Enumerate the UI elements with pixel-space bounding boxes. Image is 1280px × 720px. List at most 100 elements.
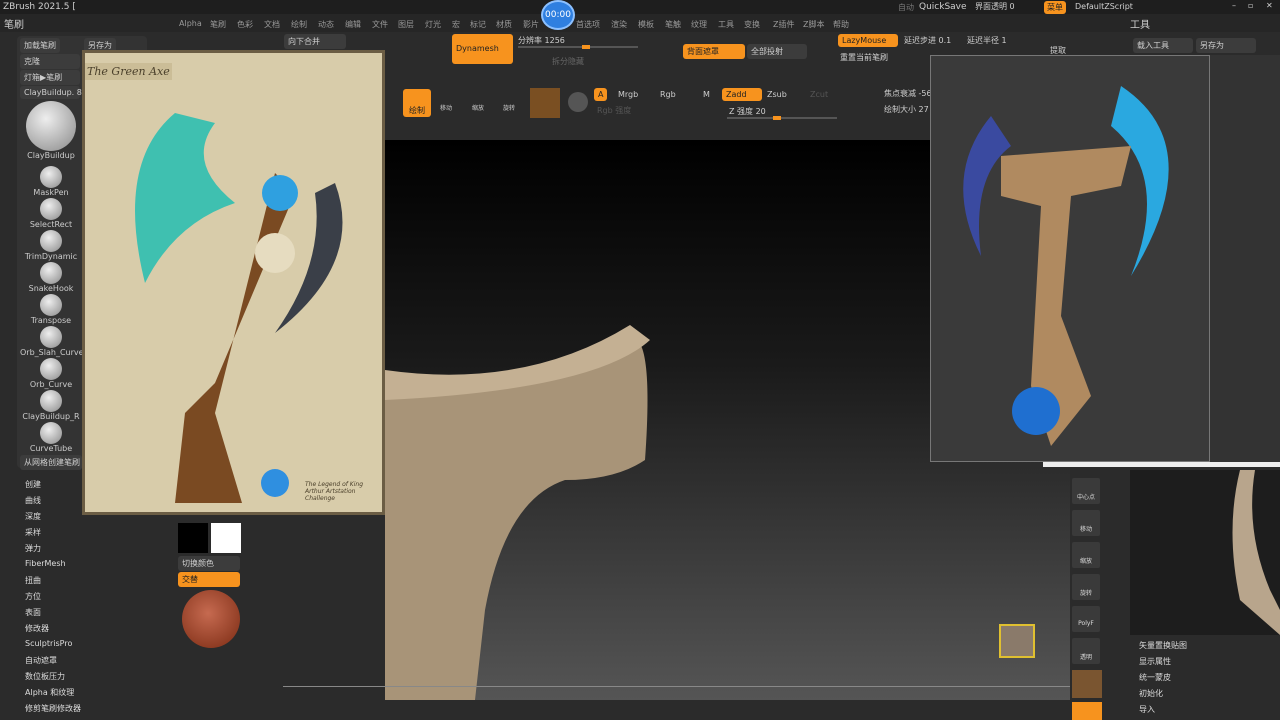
brush-section[interactable]: 深度	[25, 511, 41, 522]
menu-item[interactable]: Z脚本	[803, 19, 824, 30]
brush-section[interactable]: FiberMesh	[25, 559, 66, 568]
switch-color-button[interactable]: 切换颜色	[178, 556, 240, 571]
brush-section[interactable]: 表面	[25, 607, 41, 618]
menu-item[interactable]: 绘制	[291, 19, 307, 30]
menu-item[interactable]: 文档	[264, 19, 280, 30]
menu-item[interactable]: 材质	[496, 19, 512, 30]
maximize-icon[interactable]: ▫	[1248, 1, 1253, 10]
navigation-thumbnail[interactable]	[999, 624, 1035, 658]
zadd-button[interactable]: Zadd	[722, 88, 762, 101]
brush-section[interactable]: 扭曲	[25, 575, 41, 586]
menu-item[interactable]: 纹理	[691, 19, 707, 30]
tool-icon-button[interactable]: 旋转	[1072, 574, 1100, 600]
focal-shift-slider[interactable]: 焦点衰减 -56	[884, 88, 932, 99]
menu-item[interactable]: 图层	[398, 19, 414, 30]
menu-item[interactable]: 色彩	[237, 19, 253, 30]
material-icon[interactable]	[530, 88, 560, 118]
menu-button[interactable]: 菜单	[1044, 1, 1066, 14]
menu-item[interactable]: 模板	[638, 19, 654, 30]
primary-color-swatch[interactable]	[178, 523, 208, 553]
material-swatch[interactable]	[1072, 670, 1102, 698]
load-tool-button[interactable]: 载入工具	[1133, 38, 1193, 53]
brush-section[interactable]: 曲线	[25, 495, 41, 506]
lazy-step-slider[interactable]: 延迟步进 0.1	[904, 35, 951, 46]
menu-item[interactable]: 影片	[523, 19, 539, 30]
menu-item[interactable]: 渲染	[611, 19, 627, 30]
m-button[interactable]: M	[703, 90, 710, 99]
menu-item[interactable]: 变换	[744, 19, 760, 30]
tool-icon-button[interactable]: PolyF	[1072, 606, 1100, 632]
menu-item[interactable]: 笔触	[665, 19, 681, 30]
rgb-button[interactable]: Rgb	[660, 90, 676, 99]
create-brush-from-mesh[interactable]: 从网格创建笔刷	[20, 455, 82, 470]
a-button[interactable]: A	[594, 88, 608, 101]
zcut-button[interactable]: Zcut	[810, 90, 828, 99]
tool-section[interactable]: 统一蒙皮	[1139, 672, 1171, 683]
brush-item[interactable]: MaskPen	[20, 166, 82, 197]
menu-item[interactable]: 首选项	[576, 19, 600, 30]
move-mode-button[interactable]: 移动	[440, 103, 452, 112]
brush-section[interactable]: 采样	[25, 527, 41, 538]
rotate-mode-button[interactable]: 旋转	[503, 103, 515, 112]
current-brush-slider[interactable]: ClayBuildup. 8	[20, 86, 82, 99]
brush-section[interactable]: Alpha 和纹理	[25, 687, 74, 698]
brush-item[interactable]: SnakeHook	[20, 262, 82, 293]
menu-item[interactable]: 宏	[452, 19, 460, 30]
secondary-color-swatch[interactable]	[211, 523, 241, 553]
reference-image-green-axe[interactable]: The Green Axe The Legend of King Arthur …	[82, 50, 385, 515]
brush-item[interactable]: Orb_Slah_Curve	[20, 326, 84, 357]
scale-mode-button[interactable]: 缩放	[472, 103, 484, 112]
tool-icon-button[interactable]: 移动	[1072, 510, 1100, 536]
brush-section[interactable]: 创建	[25, 479, 41, 490]
save-tool-button[interactable]: 另存为	[1196, 38, 1256, 53]
menu-item[interactable]: 灯光	[425, 19, 441, 30]
zsub-button[interactable]: Zsub	[767, 90, 787, 99]
ui-transparency-slider[interactable]: 界面透明 0	[975, 1, 1015, 12]
tool-icon-button[interactable]: 透明	[1072, 638, 1100, 664]
reset-brush-button[interactable]: 重置当前笔刷	[840, 52, 888, 63]
load-brush-button[interactable]: 加载笔刷	[20, 38, 60, 53]
tool-section[interactable]: 导入	[1139, 704, 1155, 715]
tool-icon-button[interactable]: 缩放	[1072, 542, 1100, 568]
lazymouse-button[interactable]: LazyMouse	[838, 34, 898, 47]
menu-item[interactable]: 动态	[318, 19, 334, 30]
draw-size-slider[interactable]: 绘制大小 27	[884, 104, 929, 115]
brush-item[interactable]: Orb_Curve	[20, 358, 82, 389]
menu-item[interactable]: 编辑	[345, 19, 361, 30]
menu-item[interactable]: Z插件	[773, 19, 794, 30]
reference-image-partial[interactable]	[1210, 55, 1280, 462]
tool-section[interactable]: 矢量置换贴图	[1139, 640, 1187, 651]
menu-item[interactable]: Alpha	[179, 19, 202, 28]
dynamesh-button[interactable]: Dynamesh	[452, 34, 513, 64]
lightbox-brush-button[interactable]: 灯箱▶笔刷	[20, 70, 80, 85]
mrgb-button[interactable]: Mrgb	[618, 90, 638, 99]
quicksave-button[interactable]: QuickSave	[919, 2, 967, 12]
timer[interactable]: 00:00	[541, 0, 575, 30]
tool-icon-button[interactable]: 中心点	[1072, 478, 1100, 504]
brush-item[interactable]: TrimDynamic	[20, 230, 82, 261]
brush-item[interactable]: CurveTube	[20, 422, 82, 453]
split-hidden-button[interactable]: 拆分隐藏	[552, 56, 584, 67]
project-all-button[interactable]: 全部投射	[747, 44, 807, 59]
brush-section[interactable]: 方位	[25, 591, 41, 602]
clone-button[interactable]: 克隆	[20, 54, 80, 69]
tool-section[interactable]: 显示属性	[1139, 656, 1171, 667]
material-sphere[interactable]	[182, 590, 240, 648]
rgb-intensity-slider[interactable]: Rgb 强度	[597, 105, 631, 116]
brush-section[interactable]: SculptrisPro	[25, 639, 72, 648]
resolution-slider[interactable]: 分辨率 1256	[518, 35, 565, 46]
brush-section[interactable]: 修剪笔刷修改器	[25, 703, 81, 714]
brush-section[interactable]: 弹力	[25, 543, 41, 554]
tool-thumbnail[interactable]	[1130, 470, 1280, 635]
brush-section[interactable]: 自动遮罩	[25, 655, 57, 666]
solo-button[interactable]	[1072, 702, 1102, 720]
backface-mask-button[interactable]: 背面遮罩	[683, 44, 745, 59]
reference-image-3d-axe[interactable]	[930, 55, 1210, 462]
brush-item[interactable]: Transpose	[20, 294, 82, 325]
lazy-radius-slider[interactable]: 延迟半径 1	[967, 35, 1007, 46]
menu-item[interactable]: 笔刷	[210, 19, 226, 30]
brush-item[interactable]: SelectRect	[20, 198, 82, 229]
z-intensity-slider[interactable]: Z 强度 20	[729, 106, 766, 117]
brush-section[interactable]: 数位板压力	[25, 671, 65, 682]
menu-item[interactable]: 帮助	[833, 19, 849, 30]
